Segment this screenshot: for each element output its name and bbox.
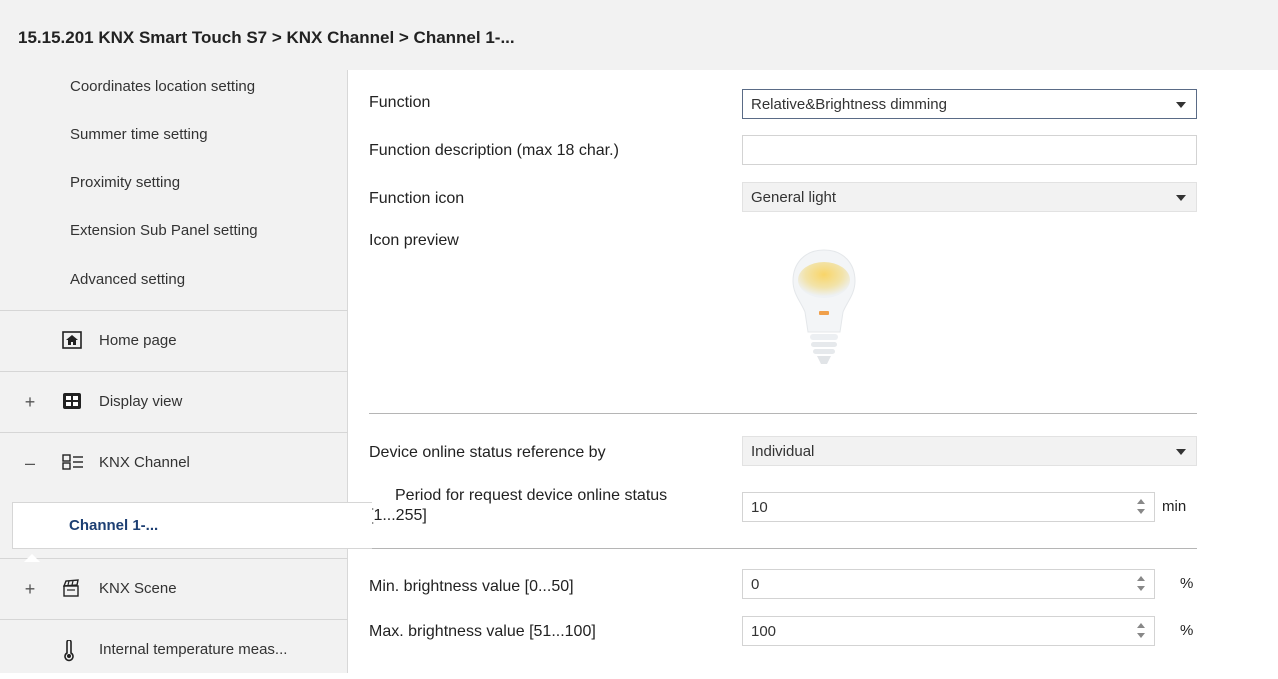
function-icon-label: Function icon xyxy=(369,190,465,207)
sidebar-item-knx-scene[interactable]: + KNX Scene xyxy=(0,558,348,619)
dropdown-arrow-icon xyxy=(1176,449,1186,455)
breadcrumb: 15.15.201 KNX Smart Touch S7 > KNX Chann… xyxy=(18,28,515,47)
min-brightness-label: Min. brightness value [0...50] xyxy=(369,578,574,595)
dropdown-arrow-icon xyxy=(1176,195,1186,201)
function-label: Function xyxy=(369,94,431,111)
max-brightness-label: Max. brightness value [51...100] xyxy=(369,623,596,640)
spinner-arrows-icon[interactable] xyxy=(1136,621,1146,641)
active-pointer xyxy=(24,554,40,562)
sidebar-item-internal-temperature[interactable]: Internal temperature meas... xyxy=(0,619,348,679)
spinner-arrows-icon[interactable] xyxy=(1136,497,1146,517)
icon-preview-label: Icon preview xyxy=(369,232,459,249)
min-brightness-value: 0 xyxy=(751,576,760,593)
home-icon xyxy=(62,331,84,349)
sidebar-item-label: KNX Channel xyxy=(99,454,190,471)
function-value: Relative&Brightness dimming xyxy=(751,96,947,113)
sidebar-subitem-summer-time[interactable]: Summer time setting xyxy=(70,126,208,143)
knx-channel-icon xyxy=(62,453,84,471)
function-select[interactable]: Relative&Brightness dimming xyxy=(742,89,1197,119)
period-range-label: [1...255] xyxy=(369,507,427,524)
sidebar-subitem-proximity[interactable]: Proximity setting xyxy=(70,174,180,191)
online-status-reference-select[interactable]: Individual xyxy=(742,436,1197,466)
function-description-label: Function description (max 18 char.) xyxy=(369,142,619,159)
online-status-reference-value: Individual xyxy=(751,443,815,460)
light-bulb-icon xyxy=(789,246,859,381)
function-icon-select[interactable]: General light xyxy=(742,182,1197,212)
sidebar-item-home-page[interactable]: Home page xyxy=(0,310,348,371)
sidebar-item-display-view[interactable]: + Display view xyxy=(0,371,348,432)
period-label: Period for request device online status xyxy=(395,487,668,504)
online-status-reference-label: Device online status reference by xyxy=(369,444,606,461)
sidebar-item-label: Internal temperature meas... xyxy=(99,641,288,658)
section-divider xyxy=(369,413,1197,414)
min-brightness-input[interactable]: 0 xyxy=(742,569,1155,599)
dropdown-arrow-icon xyxy=(1176,102,1186,108)
spinner-arrows-icon[interactable] xyxy=(1136,574,1146,594)
sidebar-subitem-advanced[interactable]: Advanced setting xyxy=(70,271,185,288)
sidebar-subitem-coordinates[interactable]: Coordinates location setting xyxy=(70,78,255,95)
period-value: 10 xyxy=(751,499,768,516)
period-unit: min xyxy=(1162,498,1187,515)
section-divider xyxy=(369,548,1197,549)
sidebar: Coordinates location setting Summer time… xyxy=(0,70,372,673)
parameter-panel: Function Relative&Brightness dimming Fun… xyxy=(349,70,1278,673)
sidebar-item-label: Home page xyxy=(99,332,177,349)
sidebar-item-label: Channel 1-... xyxy=(69,517,159,534)
sidebar-subitem-extension-sub-panel[interactable]: Extension Sub Panel setting xyxy=(70,222,258,239)
min-brightness-unit: % xyxy=(1180,575,1194,592)
display-view-icon xyxy=(62,392,84,410)
sidebar-item-label: KNX Scene xyxy=(99,580,177,597)
function-description-input[interactable] xyxy=(742,135,1197,165)
thermometer-icon xyxy=(62,639,84,662)
max-brightness-unit: % xyxy=(1180,622,1194,639)
collapse-icon[interactable]: – xyxy=(22,453,38,474)
sidebar-item-knx-channel[interactable]: – KNX Channel xyxy=(0,432,348,493)
period-input[interactable]: 10 xyxy=(742,492,1155,522)
function-icon-value: General light xyxy=(751,189,837,206)
scene-clapper-icon xyxy=(62,579,84,597)
sidebar-item-label: Display view xyxy=(99,393,183,410)
sidebar-item-channel-1[interactable]: Channel 1-... xyxy=(12,502,372,549)
breadcrumb-bar: 15.15.201 KNX Smart Touch S7 > KNX Chann… xyxy=(0,0,1278,70)
expand-icon[interactable]: + xyxy=(22,392,38,413)
expand-icon[interactable]: + xyxy=(22,579,38,600)
max-brightness-value: 100 xyxy=(751,623,777,640)
max-brightness-input[interactable]: 100 xyxy=(742,616,1155,646)
